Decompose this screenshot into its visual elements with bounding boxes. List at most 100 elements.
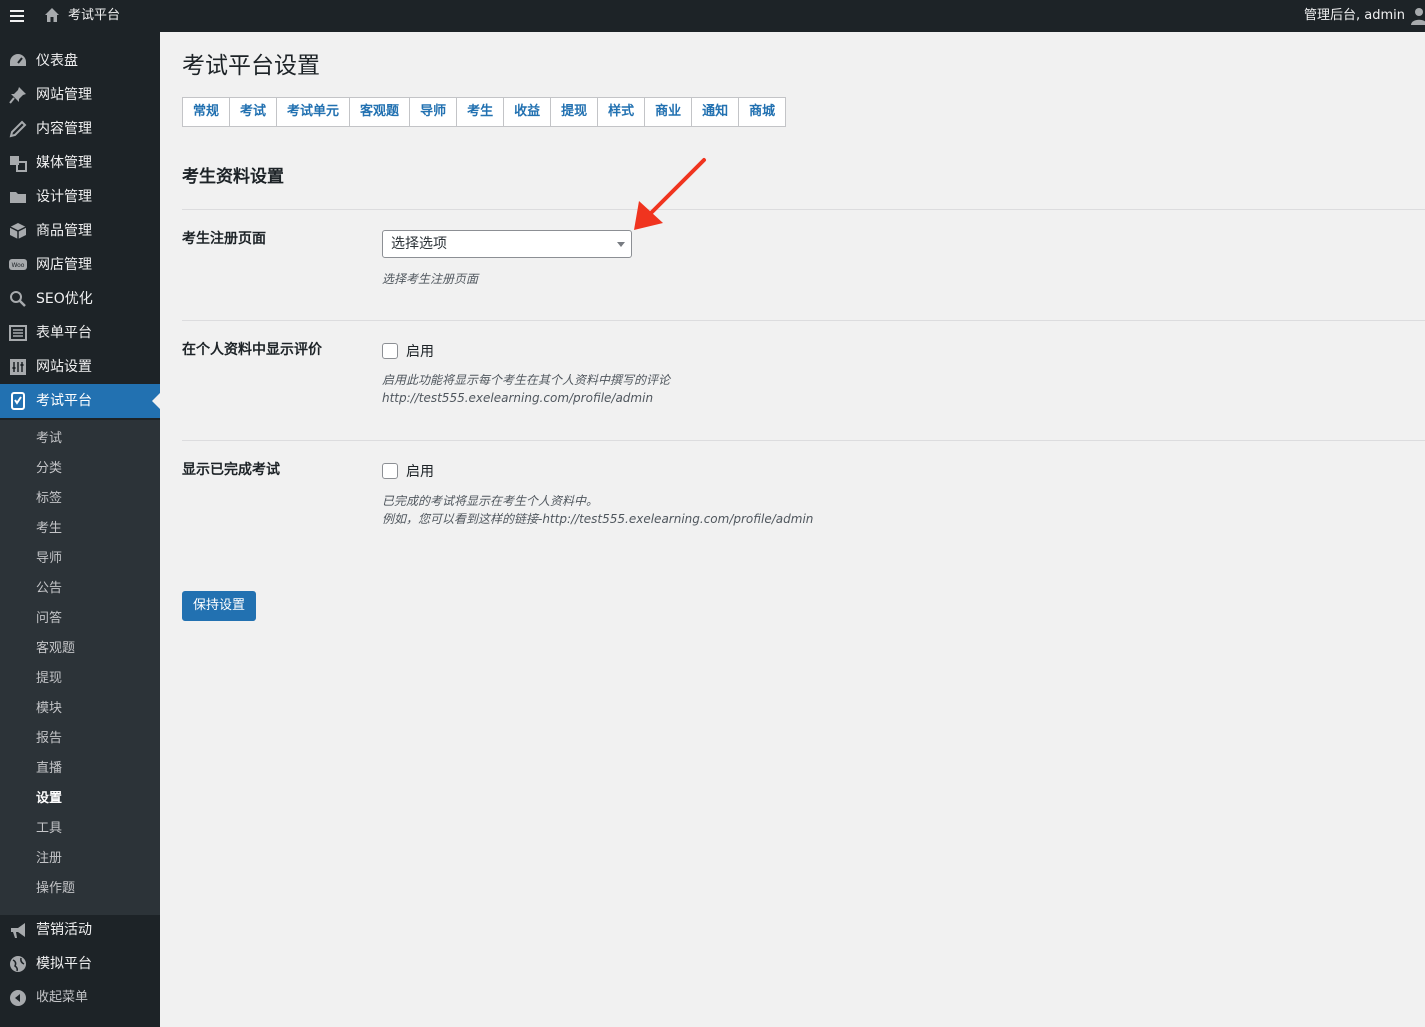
- save-settings-button[interactable]: 保持设置: [182, 591, 256, 621]
- tab-exam[interactable]: 考试: [230, 97, 278, 127]
- registration-page-select[interactable]: 选择选项: [382, 230, 632, 258]
- collapse-arrow-icon: [10, 990, 26, 1006]
- sidebar-item-form-platform[interactable]: 表单平台: [0, 316, 160, 350]
- account-menu[interactable]: 管理后台, admin: [1304, 0, 1405, 32]
- sidebar-item-label: 媒体管理: [36, 155, 92, 171]
- media-icon: [10, 156, 27, 172]
- settings-tabs: 常规 考试 考试单元 客观题 导师 考生 收益 提现 样式 商业 通知 商城: [182, 97, 787, 127]
- tab-commerce[interactable]: 商业: [645, 97, 693, 127]
- svg-text:Woo: Woo: [12, 262, 25, 269]
- sidebar-item-label: 仪表盘: [36, 53, 78, 69]
- checkbox-label: 启用: [406, 464, 434, 480]
- show-reviews-option[interactable]: 启用: [382, 341, 434, 361]
- submenu-item[interactable]: 客观题: [36, 634, 75, 664]
- submenu-item[interactable]: 考试: [36, 424, 62, 454]
- section-title: 考生资料设置: [182, 167, 284, 187]
- registration-page-description: 选择考生注册页面: [382, 272, 479, 286]
- sidebar-item-seo[interactable]: SEO优化: [0, 282, 160, 316]
- submenu-item[interactable]: 公告: [36, 574, 62, 604]
- tab-instructor[interactable]: 导师: [410, 97, 458, 127]
- woo-icon: Woo: [9, 259, 27, 270]
- tab-general[interactable]: 常规: [182, 97, 231, 127]
- sidebar-item-content-management[interactable]: 内容管理: [0, 112, 160, 146]
- show-completed-example-url: 例如，您可以看到这样的链接-http://test555.exelearning…: [382, 512, 814, 526]
- submenu-item-current[interactable]: 设置: [36, 784, 62, 814]
- select-value: 选择选项: [391, 236, 447, 252]
- site-name-link[interactable]: 考试平台: [68, 0, 120, 32]
- menu-toggle-icon[interactable]: [10, 8, 24, 24]
- globe-icon: [10, 956, 26, 972]
- chevron-down-icon: [617, 242, 625, 247]
- show-reviews-label: 在个人资料中显示评价: [182, 342, 322, 358]
- submenu-item[interactable]: 工具: [36, 814, 62, 844]
- submenu-item[interactable]: 问答: [36, 604, 62, 634]
- sidebar-item-exam-platform[interactable]: 考试平台: [0, 384, 160, 418]
- submenu-item[interactable]: 提现: [36, 664, 62, 694]
- tab-style[interactable]: 样式: [598, 97, 646, 127]
- megaphone-icon: [11, 923, 25, 938]
- sidebar-item-simulation[interactable]: 模拟平台: [0, 947, 160, 981]
- submenu-item[interactable]: 直播: [36, 754, 62, 784]
- pin-icon: [9, 87, 26, 104]
- tab-earnings[interactable]: 收益: [504, 97, 552, 127]
- sidebar-item-label: 营销活动: [36, 922, 92, 938]
- sidebar-item-site-management[interactable]: 网站管理: [0, 78, 160, 112]
- submenu-item[interactable]: 操作题: [36, 874, 75, 904]
- tab-exam-unit[interactable]: 考试单元: [277, 97, 351, 127]
- show-reviews-example-url: http://test555.exelearning.com/profile/a…: [382, 391, 654, 405]
- annotation-arrow-icon: [634, 158, 706, 230]
- sidebar-item-label: 设计管理: [36, 189, 92, 205]
- collapse-menu-button[interactable]: 收起菜单: [0, 981, 160, 1015]
- tab-student[interactable]: 考生: [457, 97, 505, 127]
- sidebar-item-label: 考试平台: [36, 393, 92, 409]
- collapse-menu-label: 收起菜单: [36, 990, 89, 1005]
- tab-notification[interactable]: 通知: [692, 97, 740, 127]
- submenu-item[interactable]: 分类: [36, 454, 62, 484]
- submenu-item[interactable]: 标签: [36, 484, 62, 514]
- search-icon: [10, 291, 26, 307]
- tab-shop[interactable]: 商城: [739, 97, 787, 127]
- folder-icon: [10, 192, 26, 203]
- show-reviews-checkbox[interactable]: [382, 343, 398, 359]
- submenu-item[interactable]: 模块: [36, 694, 62, 724]
- sidebar-item-site-settings[interactable]: 网站设置: [0, 350, 160, 384]
- sidebar-item-store-management[interactable]: Woo 网店管理: [0, 248, 160, 282]
- submenu-item[interactable]: 报告: [36, 724, 62, 754]
- show-completed-option[interactable]: 启用: [382, 461, 434, 481]
- show-completed-description: 已完成的考试将显示在考生个人资料中。: [382, 494, 599, 508]
- avatar-icon[interactable]: [1411, 7, 1425, 25]
- sidebar-item-dashboard[interactable]: 仪表盘: [0, 44, 160, 78]
- sidebar-item-label: 网店管理: [36, 257, 92, 273]
- sidebar-item-label: 网站设置: [36, 359, 92, 375]
- dashboard-icon: [10, 54, 26, 66]
- main-content: 考试平台设置 常规 考试 考试单元 客观题 导师 考生 收益 提现 样式 商业 …: [160, 32, 1425, 1027]
- sidebar-item-label: 内容管理: [36, 121, 92, 137]
- admin-top-bar: 考试平台 管理后台, admin: [0, 0, 1425, 32]
- show-reviews-description: 启用此功能将显示每个考生在其个人资料中撰写的评论: [382, 373, 671, 387]
- show-completed-checkbox[interactable]: [382, 463, 398, 479]
- form-icon: [9, 325, 27, 341]
- tab-objective[interactable]: 客观题: [350, 97, 411, 127]
- submenu-item[interactable]: 导师: [36, 544, 62, 574]
- admin-sidebar: 仪表盘 网站管理 内容管理 媒体管理 设计管理 商品管理 Woo 网店管理 SE…: [0, 32, 160, 1027]
- sidebar-item-label: 商品管理: [36, 223, 92, 239]
- registration-page-label: 考生注册页面: [182, 231, 266, 247]
- submenu-item[interactable]: 考生: [36, 514, 62, 544]
- sidebar-item-media-management[interactable]: 媒体管理: [0, 146, 160, 180]
- box-icon: [9, 223, 27, 239]
- page-title: 考试平台设置: [182, 53, 320, 79]
- submenu-item[interactable]: 注册: [36, 844, 62, 874]
- active-pointer: [152, 393, 160, 409]
- sidebar-item-design-management[interactable]: 设计管理: [0, 180, 160, 214]
- show-completed-label: 显示已完成考试: [182, 462, 280, 478]
- tab-withdraw[interactable]: 提现: [551, 97, 599, 127]
- sidebar-item-product-management[interactable]: 商品管理: [0, 214, 160, 248]
- settings-icon: [10, 359, 26, 375]
- sidebar-item-marketing[interactable]: 营销活动: [0, 913, 160, 947]
- sidebar-item-label: SEO优化: [36, 291, 93, 307]
- divider: [182, 209, 1425, 210]
- divider: [182, 440, 1425, 441]
- checkbox-label: 启用: [406, 344, 434, 360]
- sidebar-item-label: 网站管理: [36, 87, 92, 103]
- home-icon[interactable]: [44, 7, 60, 23]
